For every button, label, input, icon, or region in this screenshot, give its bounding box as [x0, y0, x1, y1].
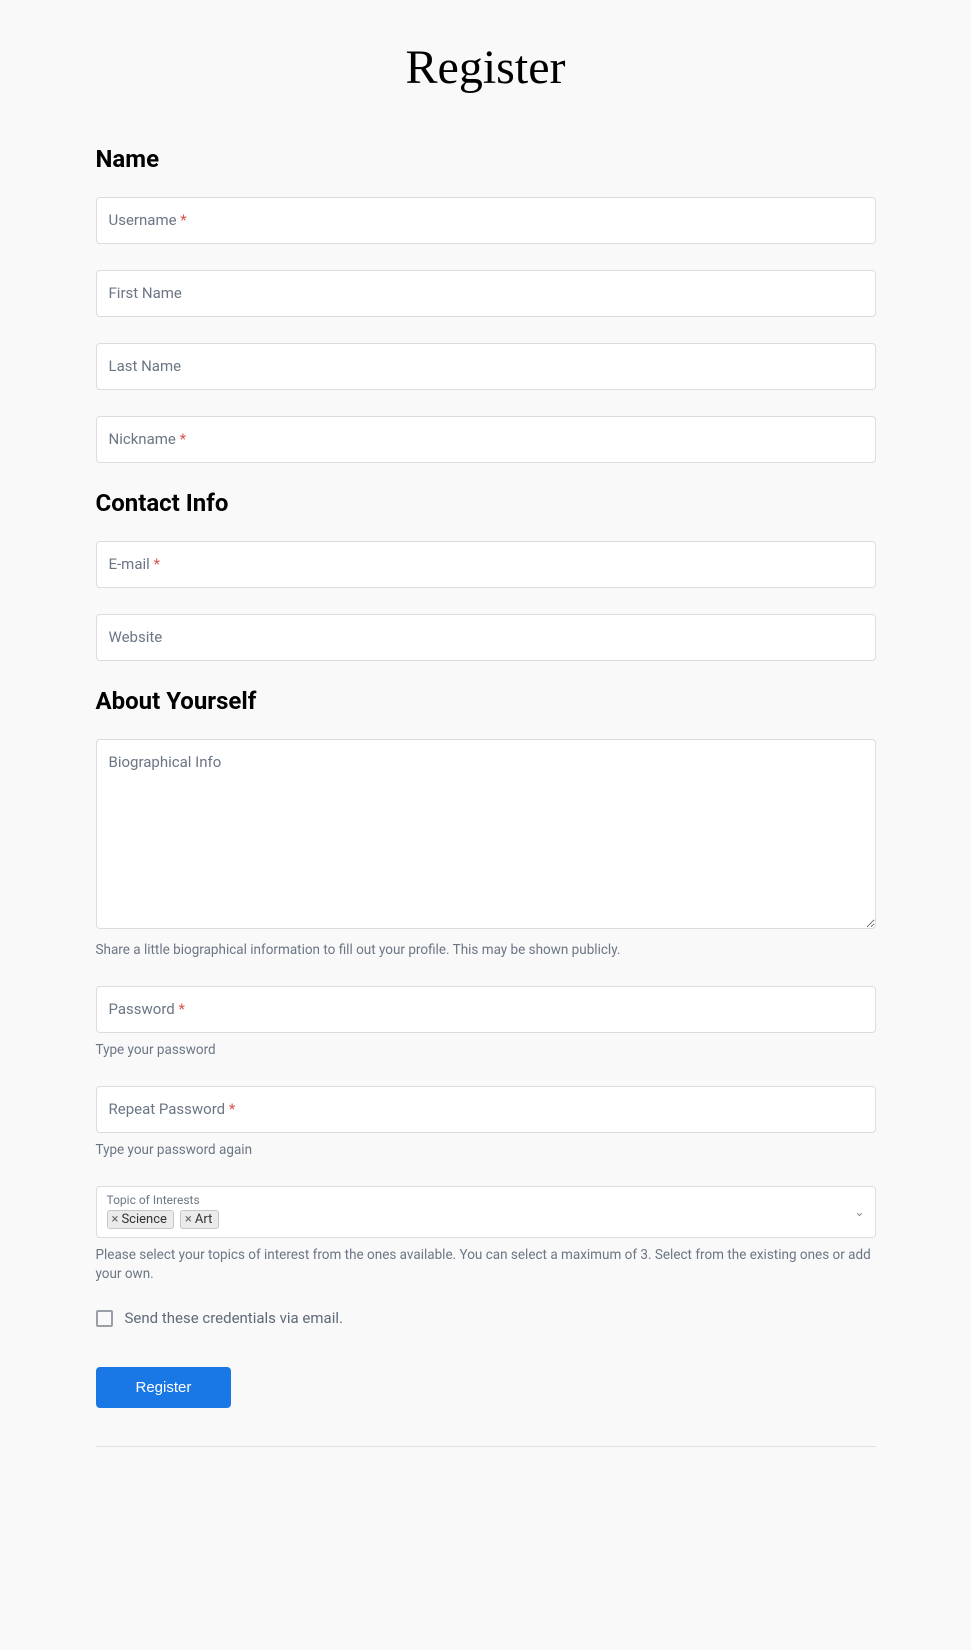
send-credentials-label: Send these credentials via email. [125, 1309, 343, 1327]
username-input[interactable] [96, 197, 876, 244]
email-input[interactable] [96, 541, 876, 588]
password-help-text: Type your password [96, 1041, 876, 1060]
send-credentials-checkbox[interactable] [96, 1310, 113, 1327]
divider [96, 1446, 876, 1447]
topics-select[interactable]: Topic of Interests ×Science ×Art ⌄ [96, 1186, 876, 1238]
repeat-password-help-text: Type your password again [96, 1141, 876, 1160]
close-icon[interactable]: × [185, 1213, 192, 1226]
close-icon[interactable]: × [112, 1213, 119, 1226]
repeat-password-input[interactable] [96, 1086, 876, 1133]
topics-label: Topic of Interests [107, 1193, 845, 1207]
bio-help-text: Share a little biographical information … [96, 941, 876, 960]
topic-chip[interactable]: ×Science [107, 1210, 174, 1229]
section-heading-contact: Contact Info [96, 489, 876, 517]
first-name-input[interactable] [96, 270, 876, 317]
nickname-input[interactable] [96, 416, 876, 463]
website-input[interactable] [96, 614, 876, 661]
password-input[interactable] [96, 986, 876, 1033]
register-button[interactable]: Register [96, 1367, 232, 1408]
bio-textarea[interactable] [96, 739, 876, 929]
section-heading-name: Name [96, 145, 876, 173]
topics-help-text: Please select your topics of interest fr… [96, 1246, 876, 1284]
section-heading-about: About Yourself [96, 687, 876, 715]
last-name-input[interactable] [96, 343, 876, 390]
chevron-down-icon: ⌄ [854, 1205, 864, 1219]
topics-chips: ×Science ×Art [107, 1210, 845, 1229]
topic-chip[interactable]: ×Art [180, 1210, 219, 1229]
page-title: Register [96, 40, 876, 95]
